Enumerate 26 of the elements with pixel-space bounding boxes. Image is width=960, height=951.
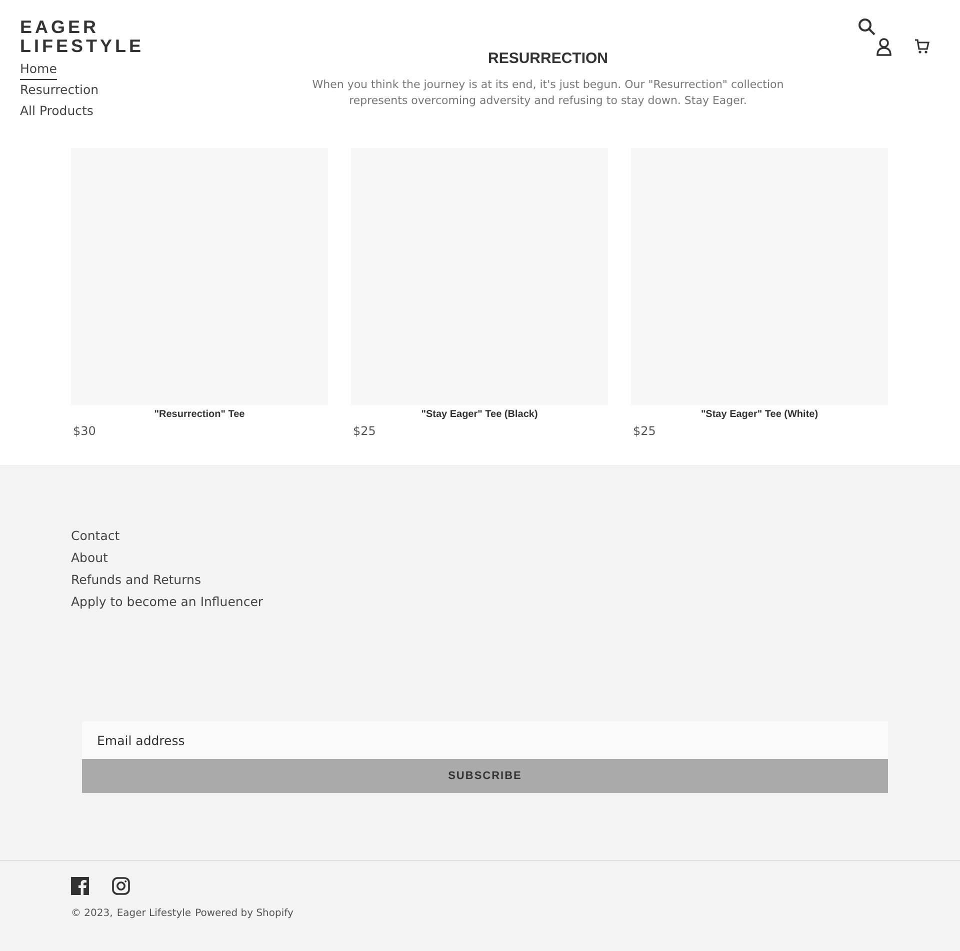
collection-title: RESURRECTION: [488, 50, 608, 67]
product-price: $25: [632, 424, 657, 438]
product-price: $25: [352, 424, 377, 438]
store-logo[interactable]: EAGER LIFESTYLE: [20, 18, 150, 56]
copyright-text: © 2023,: [71, 908, 113, 919]
subscribe-button[interactable]: SUBSCRIBE: [82, 759, 888, 793]
powered-by-link[interactable]: Powered by Shopify: [195, 908, 294, 919]
email-field[interactable]: Email address: [82, 721, 888, 759]
footer-link[interactable]: Refunds and Returns: [71, 569, 201, 591]
nav-link[interactable]: All Products: [20, 101, 94, 122]
product-price: $30: [72, 424, 97, 438]
facebook-icon[interactable]: [71, 877, 89, 895]
store-link[interactable]: Eager Lifestyle: [116, 908, 192, 919]
product-title[interactable]: "Stay Eager" Tee (Black): [351, 409, 608, 420]
search-icon[interactable]: [858, 18, 876, 36]
nav-link[interactable]: Home: [20, 59, 57, 80]
footer-link[interactable]: Contact: [71, 525, 120, 547]
product-title[interactable]: "Resurrection" Tee: [71, 409, 328, 420]
cart-icon[interactable]: [914, 38, 930, 54]
collection-description: When you think the journey is at its end, it's just begun. Our "Resurrection" collection represents overcoming adversity and refusing to stay down. Stay Eager.: [311, 77, 785, 109]
product-title[interactable]: "Stay Eager" Tee (White): [631, 409, 888, 420]
instagram-icon[interactable]: [112, 877, 130, 895]
footer-link[interactable]: About: [71, 547, 108, 569]
nav-link[interactable]: Resurrection: [20, 80, 99, 101]
account-icon[interactable]: [876, 38, 892, 56]
footer-link[interactable]: Apply to become an Influencer: [71, 591, 264, 613]
